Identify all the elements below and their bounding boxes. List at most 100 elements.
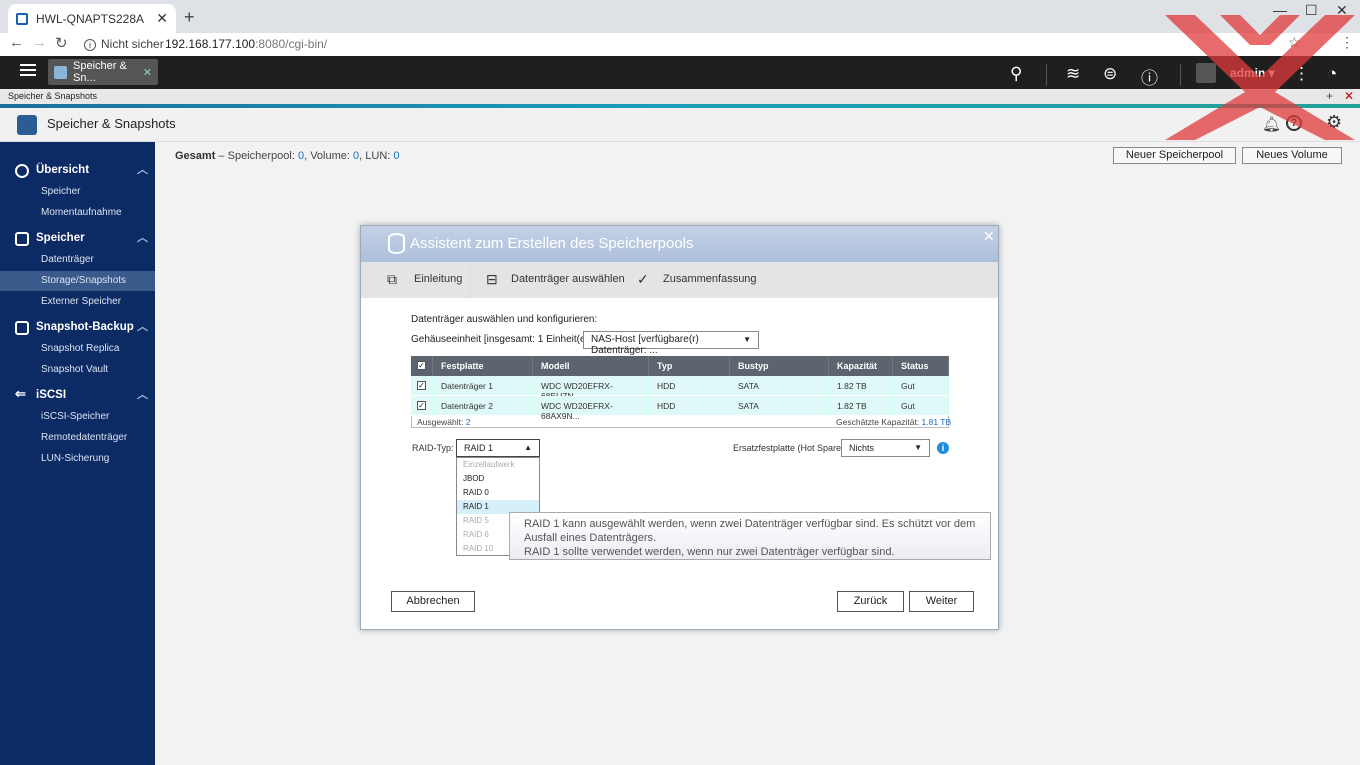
capacity-value: 1.81 TB [921, 417, 952, 427]
raid-option-single: Einzellaufwerk [463, 460, 515, 469]
sidebar-item-snapshot-vault[interactable]: Snapshot Vault [0, 360, 155, 380]
table-cell: 1.82 TB [829, 376, 893, 396]
back-icon[interactable]: ← [9, 34, 24, 51]
url-host: 192.168.177.100 [165, 37, 256, 51]
tooltip-line: RAID 1 kann ausgewählt werden, wenn zwei… [524, 518, 976, 530]
iscsi-icon: ⇐ [15, 386, 26, 401]
new-tab-icon[interactable]: + [184, 7, 195, 28]
table-cell: WDC WD20EFRX-68EUZN... [533, 376, 649, 401]
summary-lun-value: 0 [393, 150, 400, 162]
chevron-up-icon: ︿ [137, 321, 148, 333]
caret-down-icon: ▼ [914, 443, 922, 452]
tooltip-line: RAID 1 sollte verwendet werden, wenn nur… [524, 546, 895, 558]
overview-icon [15, 164, 29, 178]
url-field[interactable]: 192.168.177.100:8080/cgi-bin/ [165, 37, 327, 51]
row-checkbox[interactable]: ✓ [417, 401, 426, 410]
sidebar-item-externer-speicher[interactable]: Externer Speicher [0, 292, 155, 312]
info-icon: i [84, 39, 96, 51]
column-header: Status [893, 356, 949, 376]
security-text: Nicht sicher [101, 37, 164, 51]
column-header: Festplatte [433, 356, 533, 376]
select-all-checkbox[interactable]: ✓ [417, 361, 426, 370]
row-checkbox[interactable]: ✓ [417, 381, 426, 390]
app-header [0, 108, 1360, 142]
close-app-icon[interactable]: ✕ [143, 66, 152, 79]
reload-icon[interactable]: ↻ [55, 34, 68, 52]
table-cell: 1.82 TB [829, 396, 893, 416]
sidebar-section-label: Snapshot-Backup [36, 321, 134, 333]
info-icon[interactable]: i [937, 442, 949, 454]
sidebar-section-iscsi[interactable]: ⇐ iSCSI ︿ [0, 386, 155, 406]
table-cell: SATA [730, 396, 829, 416]
site-favicon-icon [16, 12, 28, 25]
table-cell: Datenträger 2 [433, 396, 533, 416]
external-device-icon[interactable]: ⊜ [1103, 64, 1117, 84]
browser-tab[interactable]: HWL-QNAPTS228A ✕ [8, 4, 176, 33]
window-title-strip: Speicher & Snapshots [0, 89, 1360, 104]
chevron-up-icon: ︿ [137, 232, 148, 244]
notification-info-icon[interactable]: ⓘ [1141, 64, 1158, 89]
caret-down-icon: ▼ [743, 335, 751, 344]
storage-summary: Gesamt – Speicherpool: 0, Volume: 0, LUN… [175, 150, 400, 162]
sidebar-section-storage[interactable]: Speicher ︿ [0, 229, 155, 249]
raid-tooltip: RAID 1 kann ausgewählt werden, wenn zwei… [509, 512, 991, 560]
selected-value: 2 [465, 417, 471, 427]
forward-icon[interactable]: → [32, 34, 47, 51]
cancel-button[interactable]: Abbrechen [391, 591, 475, 612]
hot-spare-select[interactable]: Nichts ▼ [841, 439, 930, 457]
table-cell: Gut [893, 376, 949, 396]
browser-tab-title: HWL-QNAPTS228A [36, 11, 145, 26]
column-header: Bustyp [730, 356, 829, 376]
sidebar-item-iscsi-speicher[interactable]: iSCSI-Speicher [0, 407, 155, 427]
caret-up-icon: ▲ [524, 443, 532, 452]
column-header: Kapazität [829, 356, 893, 376]
back-button[interactable]: Zurück [837, 591, 904, 612]
raid-type-label: RAID-Typ: [412, 443, 454, 453]
new-storage-pool-button[interactable]: Neuer Speicherpool [1113, 147, 1236, 164]
table-cell: HDD [649, 376, 730, 396]
checkmark-circle-icon: ✓ [637, 271, 649, 287]
sidebar-item-datentraeger[interactable]: Datenträger [0, 250, 155, 270]
selected-count: Ausgewählt: 2 [417, 417, 470, 427]
app-taskbar-tab[interactable]: Speicher & Sn... ✕ [48, 59, 158, 85]
main-menu-icon[interactable] [20, 64, 36, 76]
background-tasks-icon[interactable]: ≋ [1066, 64, 1080, 84]
security-indicator[interactable]: i Nicht sicher [84, 37, 164, 51]
dialog-title: Assistent zum Erstellen des Speicherpool… [410, 235, 694, 252]
sidebar-item-speicher[interactable]: Speicher [0, 182, 155, 202]
tooltip-line: Ausfall eines Datenträgers. [524, 532, 657, 544]
storage-icon [15, 232, 29, 246]
raid-option-raid0[interactable]: RAID 0 [457, 486, 539, 500]
sidebar-item-momentaufnahme[interactable]: Momentaufnahme [0, 203, 155, 223]
next-button[interactable]: Weiter [909, 591, 974, 612]
new-volume-button[interactable]: Neues Volume [1242, 147, 1342, 164]
url-path: :8080/cgi-bin/ [255, 37, 328, 51]
browser-tab-bar [0, 0, 1360, 33]
summary-lun-label: LUN: [365, 150, 391, 162]
enclosure-label: Gehäuseeinheit [insgesamt: 1 Einheit(en)… [411, 334, 600, 345]
sidebar-item-lun-sicherung[interactable]: LUN-Sicherung [0, 449, 155, 469]
sidebar-item-remotedatentraeger[interactable]: Remotedatenträger [0, 428, 155, 448]
sidebar-item-snapshot-replica[interactable]: Snapshot Replica [0, 339, 155, 359]
database-icon [388, 233, 405, 254]
column-header: Typ [649, 356, 730, 376]
close-tab-icon[interactable]: ✕ [156, 10, 168, 27]
raid-type-select[interactable]: RAID 1 ▲ [456, 439, 540, 457]
sidebar-section-overview[interactable]: Übersicht ︿ [0, 161, 155, 181]
table-cell: HDD [649, 396, 730, 416]
sidebar-section-label: Speicher [36, 232, 85, 244]
enclosure-select[interactable]: NAS-Host [verfügbare(r) Datenträger: ...… [583, 331, 759, 356]
divider [1046, 64, 1047, 86]
summary-volume-label: Volume: [310, 150, 350, 162]
dialog-close-icon[interactable]: ✕ [983, 228, 995, 245]
introduction-step-icon: ⧉ [387, 271, 397, 287]
sidebar-item-storage-snapshots[interactable]: Storage/Snapshots [0, 271, 155, 291]
search-icon[interactable]: ⚲ [1010, 64, 1022, 84]
table-cell: WDC WD20EFRX-68AX9N... [533, 396, 649, 421]
sidebar-section-label: Übersicht [36, 164, 90, 176]
select-disks-heading: Datenträger auswählen und konfigurieren: [411, 314, 598, 325]
chevron-up-icon: ︿ [137, 164, 148, 176]
sidebar-section-snapshot-backup[interactable]: Snapshot-Backup ︿ [0, 318, 155, 338]
raid-option-jbod[interactable]: JBOD [457, 472, 539, 486]
capacity-label: Geschätzte Kapazität: [836, 417, 920, 427]
